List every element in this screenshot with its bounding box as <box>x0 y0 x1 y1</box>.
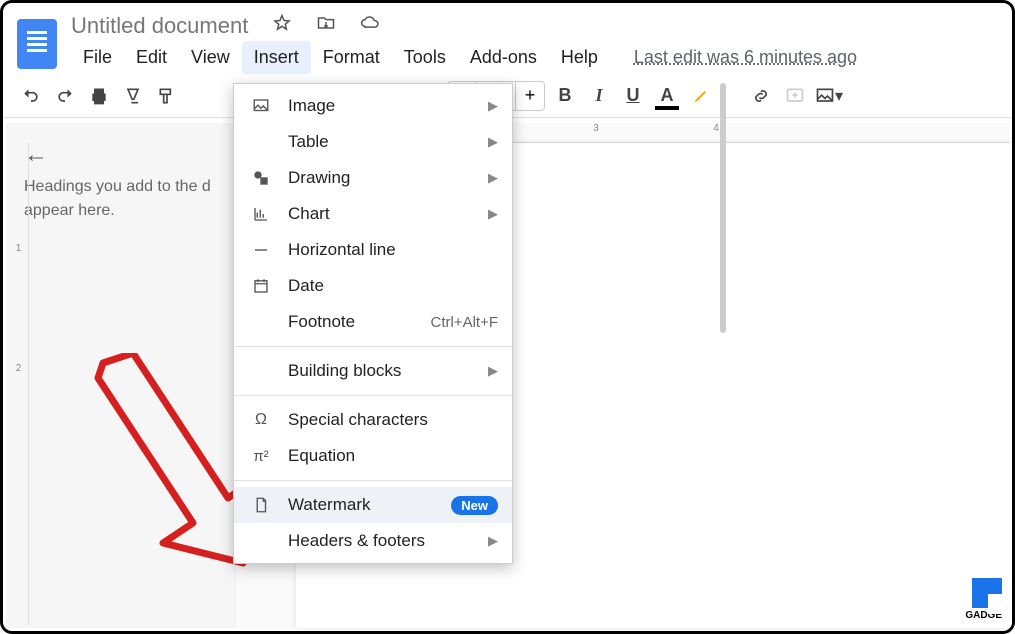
submenu-arrow-icon: ▶ <box>488 206 498 222</box>
insert-image-button[interactable]: ▾ <box>815 82 843 110</box>
insert-hline-item[interactable]: Horizontal line <box>234 232 512 268</box>
submenu-arrow-icon: ▶ <box>488 170 498 186</box>
omega-icon: Ω <box>248 410 274 430</box>
italic-button[interactable]: I <box>585 82 613 110</box>
docs-logo-icon[interactable] <box>17 19 57 69</box>
submenu-arrow-icon: ▶ <box>488 134 498 150</box>
submenu-arrow-icon: ▶ <box>488 363 498 379</box>
redo-button[interactable] <box>51 82 79 110</box>
insert-drawing-item[interactable]: Drawing ▶ <box>234 160 512 196</box>
document-title[interactable]: Untitled document <box>71 13 248 39</box>
clear-formatting-button[interactable] <box>119 82 147 110</box>
submenu-arrow-icon: ▶ <box>488 533 498 549</box>
underline-button[interactable]: U <box>619 82 647 110</box>
insert-menu-dropdown: Image ▶ Table ▶ Drawing ▶ Chart ▶ Horizo… <box>233 83 513 564</box>
insert-date-item[interactable]: Date <box>234 268 512 304</box>
menu-view[interactable]: View <box>179 41 242 74</box>
text-color-button[interactable]: A <box>653 82 681 110</box>
cloud-status-icon[interactable] <box>360 13 380 39</box>
pi-icon: π² <box>248 446 274 466</box>
highlight-button[interactable] <box>687 82 715 110</box>
last-edit-link[interactable]: Last edit was 6 minutes ago <box>634 47 857 68</box>
insert-building-blocks-item[interactable]: Building blocks ▶ <box>234 353 512 389</box>
menu-addons[interactable]: Add-ons <box>458 41 549 74</box>
calendar-icon <box>248 276 274 296</box>
menu-edit[interactable]: Edit <box>124 41 179 74</box>
vertical-ruler: 12 <box>9 143 29 625</box>
insert-special-chars-item[interactable]: Ω Special characters <box>234 402 512 438</box>
move-icon[interactable] <box>316 13 336 39</box>
insert-link-button[interactable] <box>747 82 775 110</box>
menu-file[interactable]: File <box>71 41 124 74</box>
chart-icon <box>248 204 274 224</box>
star-icon[interactable] <box>272 13 292 39</box>
outline-hint-line1: Headings you add to the d <box>24 178 211 195</box>
footnote-shortcut: Ctrl+Alt+F <box>430 314 498 331</box>
menu-tools[interactable]: Tools <box>392 41 458 74</box>
paint-format-button[interactable] <box>153 82 181 110</box>
undo-button[interactable] <box>17 82 45 110</box>
insert-image-item[interactable]: Image ▶ <box>234 88 512 124</box>
image-icon <box>248 96 274 116</box>
insert-watermark-item[interactable]: Watermark New <box>234 487 512 523</box>
bold-button[interactable]: B <box>551 82 579 110</box>
insert-table-item[interactable]: Table ▶ <box>234 124 512 160</box>
outline-hint-line2: appear here. <box>24 202 115 219</box>
insert-footnote-item[interactable]: Footnote Ctrl+Alt+F <box>234 304 512 340</box>
insert-headers-footers-item[interactable]: Headers & footers ▶ <box>234 523 512 559</box>
new-badge: New <box>451 496 498 515</box>
menu-format[interactable]: Format <box>311 41 392 74</box>
font-size-increase[interactable]: + <box>516 82 544 110</box>
insert-chart-item[interactable]: Chart ▶ <box>234 196 512 232</box>
menu-help[interactable]: Help <box>549 41 610 74</box>
submenu-arrow-icon: ▶ <box>488 98 498 114</box>
insert-equation-item[interactable]: π² Equation <box>234 438 512 474</box>
outline-panel: ← Headings you add to the d appear here. <box>6 123 236 628</box>
drawing-icon <box>248 168 274 188</box>
add-comment-button[interactable] <box>781 82 809 110</box>
watermark-brand: GADGE <box>965 578 1002 621</box>
dropdown-scrollbar[interactable] <box>720 83 726 333</box>
menu-insert[interactable]: Insert <box>242 41 311 74</box>
hline-icon <box>248 240 274 260</box>
watermark-icon <box>248 495 274 515</box>
print-button[interactable] <box>85 82 113 110</box>
